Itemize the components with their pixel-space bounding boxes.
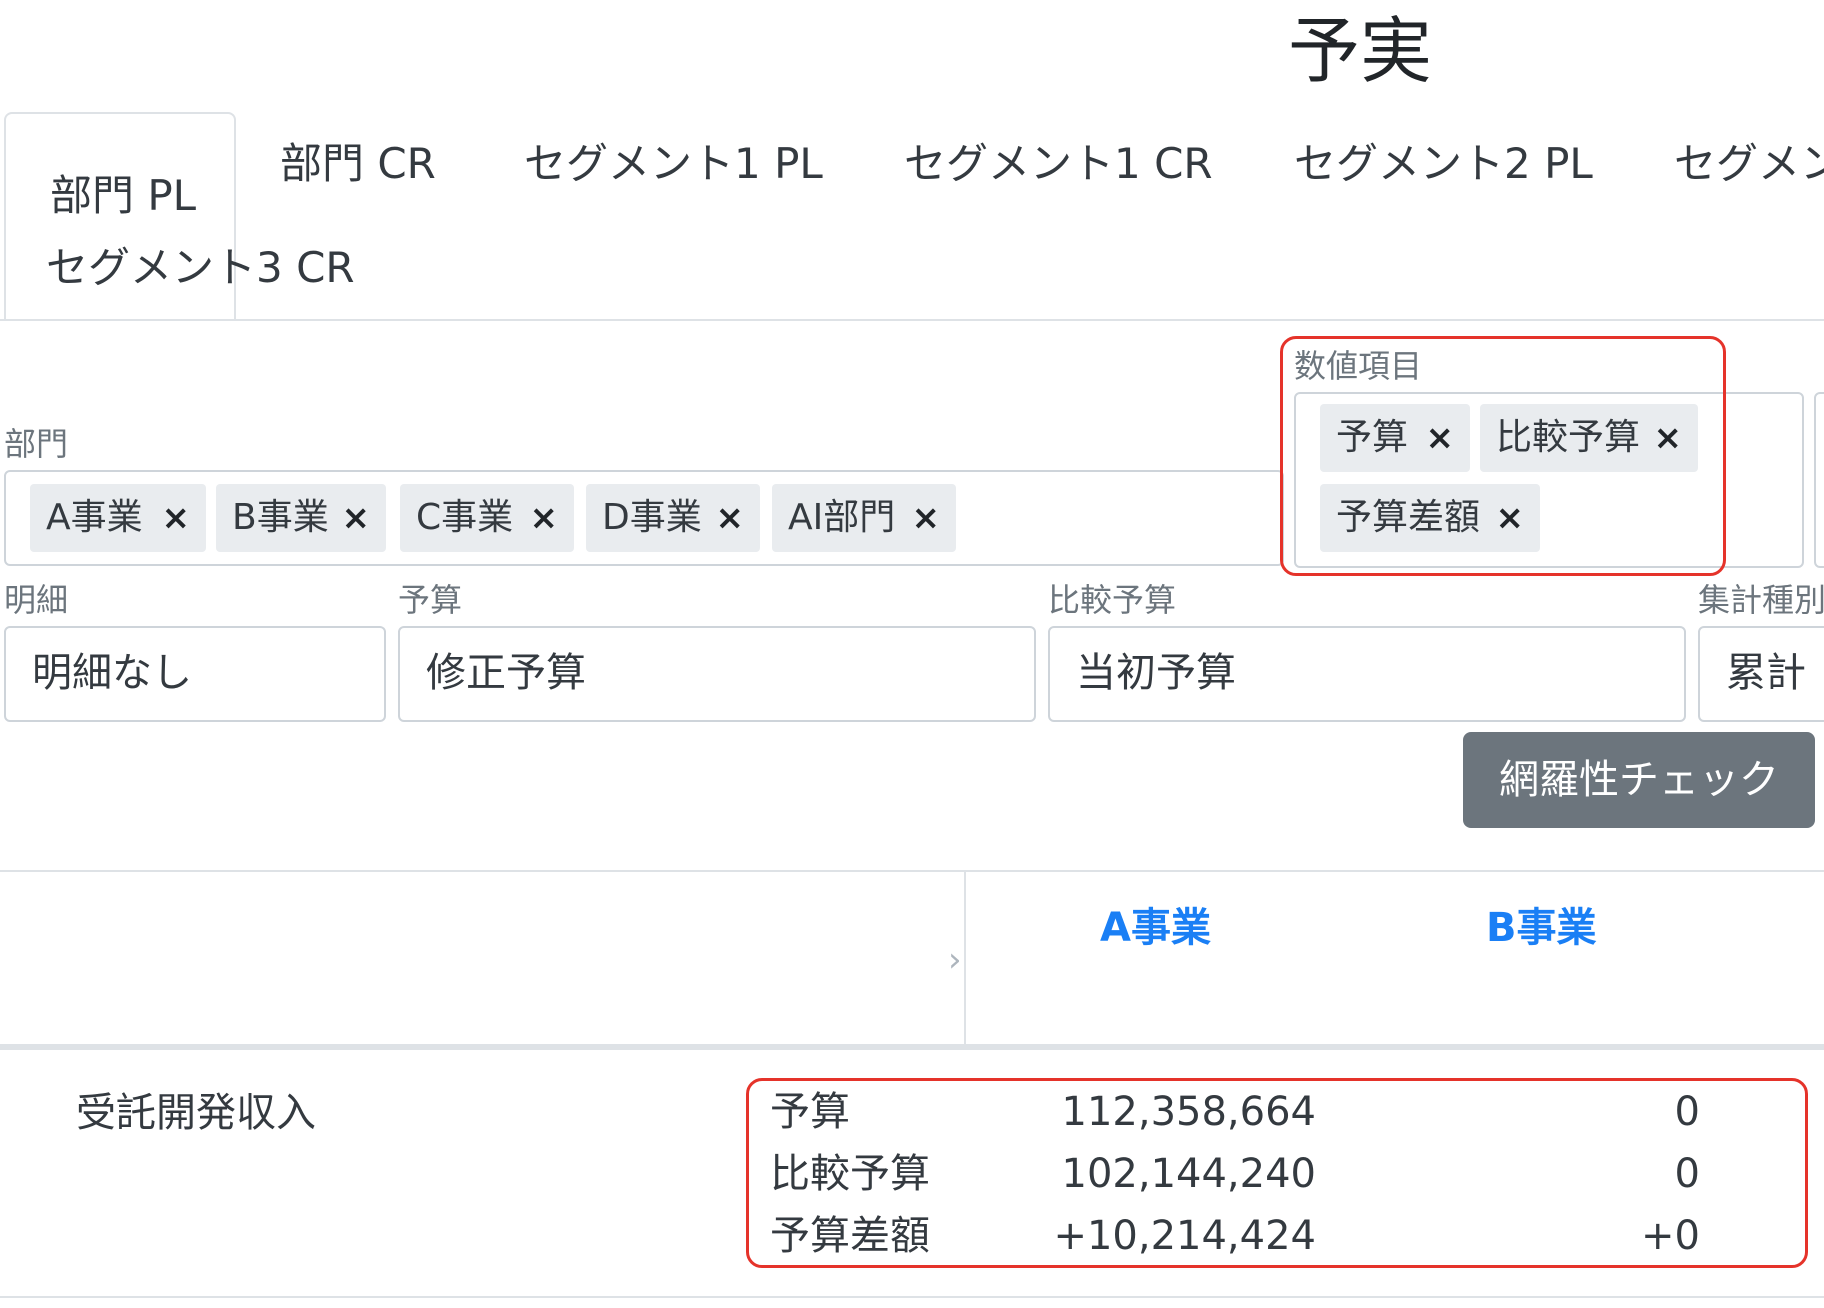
- remove-icon[interactable]: ×: [912, 484, 941, 552]
- department-chip: B事業 ×: [216, 484, 386, 552]
- detail-value: 明細なし: [32, 650, 192, 696]
- numeric-item-chip: 比較予算 ×: [1480, 404, 1698, 472]
- metric-label: 比較予算: [770, 1151, 930, 1197]
- detail-label: 明細: [4, 581, 69, 619]
- chip-label: B事業: [232, 497, 329, 538]
- chip-label: D事業: [602, 497, 702, 538]
- column-header-b[interactable]: B事業: [1486, 900, 1597, 956]
- remove-icon[interactable]: ×: [1654, 404, 1683, 472]
- tab-segment2-cr[interactable]: セグメン: [1674, 134, 1824, 194]
- chip-label: AI部門: [788, 497, 896, 538]
- chip-label: 予算: [1336, 417, 1409, 458]
- remove-icon[interactable]: ×: [530, 484, 559, 552]
- tabs-divider: [0, 319, 1824, 321]
- row-account-label: 受託開発収入: [76, 1090, 316, 1136]
- tab-label: セグメント1 CR: [904, 139, 1213, 188]
- page-title: 予実: [1288, 9, 1433, 93]
- numeric-item-chip: 予算差額 ×: [1320, 484, 1540, 552]
- value-b-diff: +0: [1641, 1213, 1700, 1259]
- tab-department-cr[interactable]: 部門 CR: [280, 134, 436, 194]
- aggregation-label: 集計種別: [1698, 581, 1824, 619]
- tab-label: セグメント3 CR: [46, 243, 355, 292]
- budget-label: 予算: [398, 581, 463, 619]
- department-chip: D事業 ×: [586, 484, 760, 552]
- budget-select[interactable]: 修正予算: [398, 626, 1036, 722]
- metric-label: 予算: [770, 1089, 850, 1135]
- tab-label: セグメント2 PL: [1294, 139, 1593, 188]
- chevron-right-icon[interactable]: ›: [948, 940, 962, 980]
- department-chip: AI部門 ×: [772, 484, 956, 552]
- chip-label: A事業: [46, 497, 143, 538]
- department-chip: C事業 ×: [400, 484, 574, 552]
- tab-label: セグメント1 PL: [524, 139, 823, 188]
- detail-select[interactable]: 明細なし: [4, 626, 386, 722]
- aggregation-value: 累計: [1726, 650, 1806, 696]
- remove-icon[interactable]: ×: [716, 484, 745, 552]
- numeric-items-label: 数値項目: [1294, 347, 1423, 385]
- tab-segment1-pl[interactable]: セグメント1 PL: [524, 134, 823, 194]
- numeric-item-chip: 予算 ×: [1320, 404, 1470, 472]
- tab-segment3-cr[interactable]: セグメント3 CR: [46, 238, 355, 298]
- tab-label: 部門 CR: [280, 139, 436, 188]
- compare-budget-select[interactable]: 当初予算: [1048, 626, 1686, 722]
- value-a-diff: +10,214,424: [1053, 1213, 1316, 1259]
- table-column-divider: [964, 870, 966, 1046]
- column-header-a[interactable]: A事業: [1100, 900, 1211, 956]
- tab-segment2-pl[interactable]: セグメント2 PL: [1294, 134, 1593, 194]
- tab-segment1-cr[interactable]: セグメント1 CR: [904, 134, 1213, 194]
- chip-label: 比較予算: [1496, 417, 1641, 458]
- aggregation-select[interactable]: 累計: [1698, 626, 1824, 722]
- value-b-compare: 0: [1674, 1151, 1700, 1197]
- table-top-border: [0, 870, 1824, 872]
- compare-budget-value: 当初予算: [1076, 650, 1236, 696]
- remove-icon[interactable]: ×: [342, 484, 371, 552]
- chip-label: 予算差額: [1336, 497, 1481, 538]
- remove-icon[interactable]: ×: [162, 484, 191, 552]
- tab-label: 部門 PL: [50, 171, 197, 220]
- table-header-border: [0, 1044, 1824, 1050]
- budget-value: 修正予算: [426, 650, 586, 696]
- metric-label: 予算差額: [770, 1213, 930, 1259]
- tab-label: セグメン: [1674, 139, 1824, 188]
- value-a-compare: 102,144,240: [1061, 1151, 1316, 1197]
- department-label: 部門: [4, 425, 69, 463]
- value-a-budget: 112,358,664: [1061, 1089, 1316, 1135]
- value-b-budget: 0: [1674, 1089, 1700, 1135]
- compare-budget-label: 比較予算: [1048, 581, 1177, 619]
- department-chip: A事業 ×: [30, 484, 206, 552]
- remove-icon[interactable]: ×: [1496, 484, 1525, 552]
- hidden-filter-field[interactable]: [1814, 392, 1824, 568]
- remove-icon[interactable]: ×: [1426, 404, 1455, 472]
- chip-label: C事業: [416, 497, 514, 538]
- coverage-check-button[interactable]: 網羅性チェック: [1463, 732, 1815, 828]
- table-row-border: [0, 1296, 1824, 1298]
